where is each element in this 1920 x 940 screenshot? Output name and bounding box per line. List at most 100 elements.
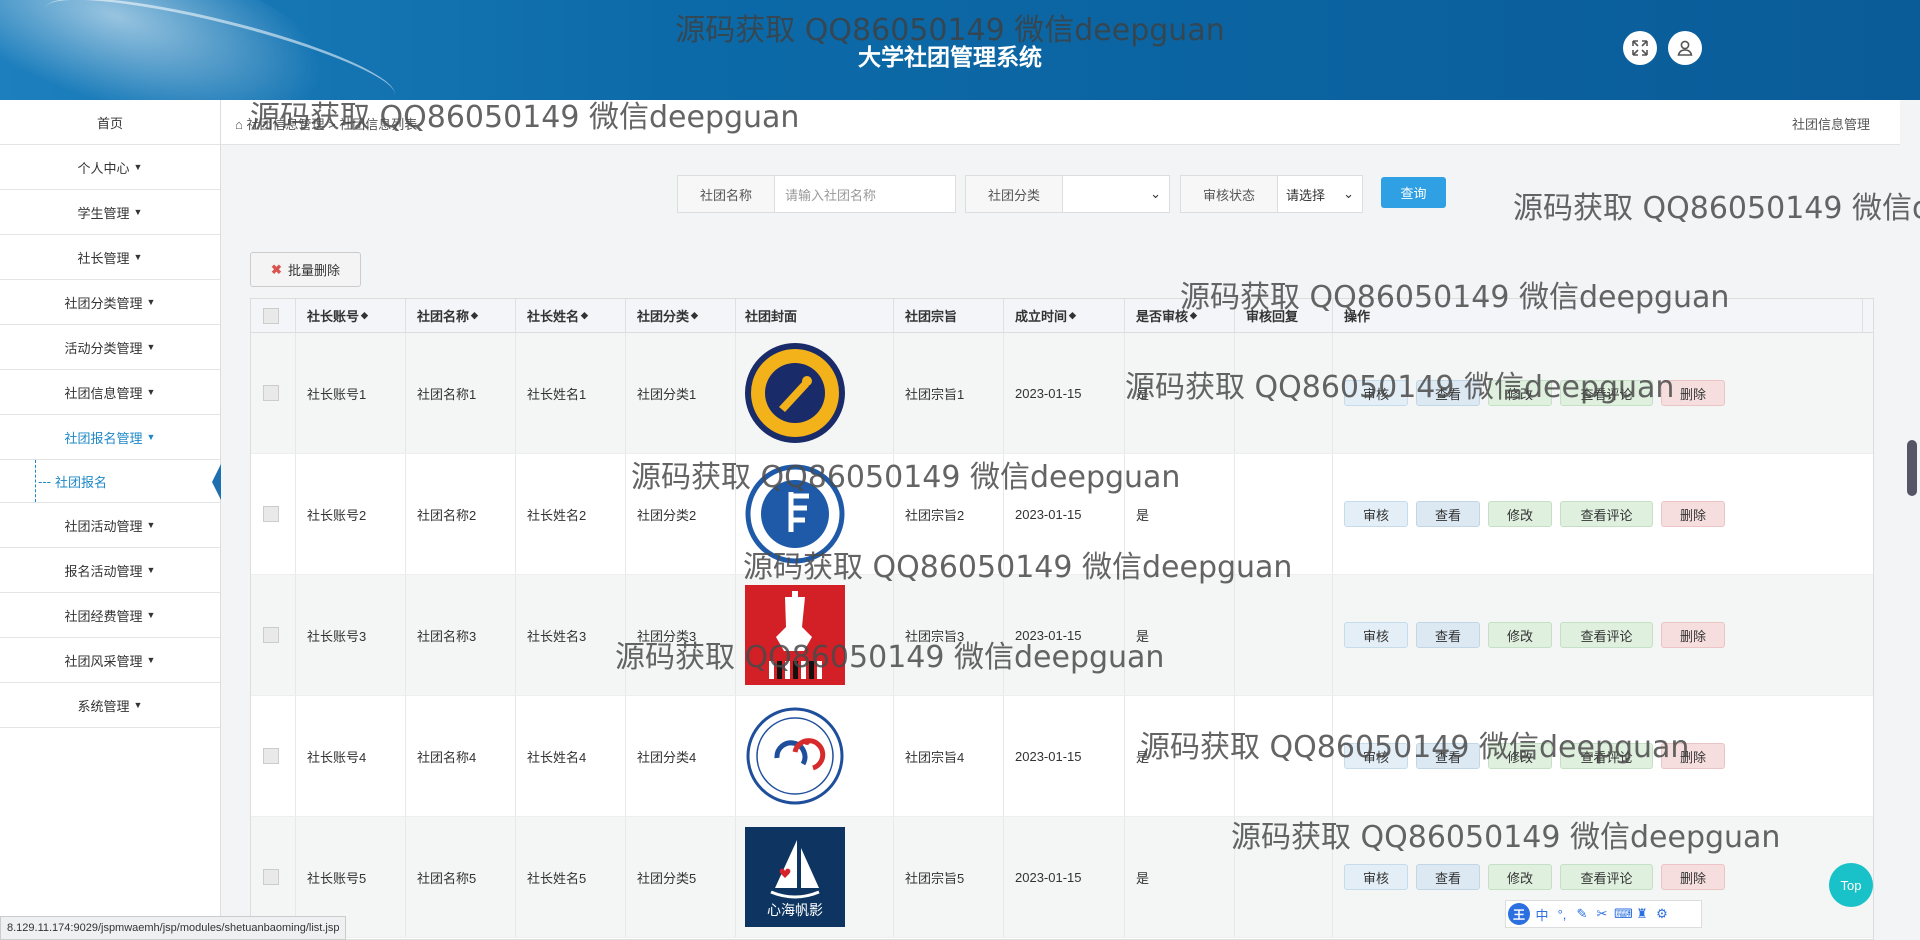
row-checkbox[interactable] [251, 454, 296, 574]
edit-button[interactable]: 修改 [1488, 864, 1552, 890]
sidebar-item-label: 社团报名 [55, 474, 108, 490]
side-scroll-handle[interactable] [1907, 440, 1917, 496]
sidebar-item-label: 个人中心 [77, 160, 130, 176]
cell-date: 2023-01-15 [1004, 454, 1125, 574]
delete-button[interactable]: 删除 [1661, 864, 1725, 890]
cell-reply [1235, 454, 1333, 574]
caret-down-icon: ▼ [146, 297, 156, 307]
cycling-club-logo[interactable] [745, 706, 845, 806]
sidebar-item-label: 社团活动管理 [64, 518, 143, 534]
view-comments-button[interactable]: 查看评论 [1560, 743, 1653, 769]
sidebar-item-club-info[interactable]: 社团信息管理 ▼ [0, 370, 220, 415]
delete-button[interactable]: 删除 [1661, 743, 1725, 769]
sidebar-item-club-activities[interactable]: 社团活动管理 ▼ [0, 503, 220, 548]
sidebar-item-students[interactable]: 学生管理 ▼ [0, 190, 220, 235]
query-button[interactable]: 查询 [1381, 177, 1446, 208]
view-comments-button[interactable]: 查看评论 [1560, 380, 1653, 406]
audit-button[interactable]: 审核 [1344, 622, 1408, 648]
cell-purpose: 社团宗旨3 [894, 575, 1004, 695]
cell-account: 社长账号4 [296, 696, 406, 816]
caret-down-icon: ▼ [146, 565, 156, 575]
guitar-music-club-logo[interactable] [745, 585, 845, 685]
audit-button[interactable]: 审核 [1344, 380, 1408, 406]
club-name-input[interactable]: 请输入社团名称 [775, 175, 956, 213]
edit-button[interactable]: 修改 [1488, 743, 1552, 769]
view-button[interactable]: 查看 [1416, 864, 1480, 890]
audit-button[interactable]: 审核 [1344, 743, 1408, 769]
delete-button[interactable]: 删除 [1661, 622, 1725, 648]
cell-club-name: 社团名称5 [406, 817, 516, 937]
batch-delete-button[interactable]: ✖ 批量删除 [250, 252, 361, 287]
view-button[interactable]: 查看 [1416, 622, 1480, 648]
delete-button[interactable]: 删除 [1661, 501, 1725, 527]
view-button[interactable]: 查看 [1416, 380, 1480, 406]
home-icon[interactable]: ⌂ [235, 117, 243, 132]
sidebar-item-label: 学生管理 [77, 205, 130, 221]
data-table: 社长账号 ◆ 社团名称 ◆ 社长姓名 ◆ 社团分类 ◆ 社团封面 社团宗旨 成立时间 ◆ … [250, 298, 1874, 940]
keyboard-icon[interactable]: ⌨ [1614, 906, 1633, 922]
page-title: 社团信息管理 [1791, 117, 1870, 132]
audit-button[interactable]: 审核 [1344, 501, 1408, 527]
astronomy-society-logo[interactable] [745, 343, 845, 443]
column-header-category[interactable]: 社团分类 ◆ [626, 299, 736, 332]
cell-account: 社长账号3 [296, 575, 406, 695]
sailing-club-logo[interactable]: 心海帆影 [745, 827, 845, 927]
sidebar-item-label: 社团经费管理 [64, 608, 143, 624]
table-row: 社长账号3 社团名称3 社长姓名3 社团分类3 社团宗旨3 2023-01-15… [251, 575, 1873, 696]
club-name-label: 社团名称 [677, 175, 775, 213]
sort-icon: ◆ [361, 310, 368, 320]
sidebar-item-club-showcase[interactable]: 社团风采管理 ▼ [0, 638, 220, 683]
scissors-icon[interactable]: ✂ [1594, 906, 1610, 922]
club-category-select[interactable]: ⌄ [1063, 175, 1170, 213]
pen-icon[interactable]: ✎ [1574, 906, 1590, 922]
edit-button[interactable]: 修改 [1488, 380, 1552, 406]
column-header-date[interactable]: 成立时间 ◆ [1004, 299, 1125, 332]
punctuation-icon[interactable]: °, [1554, 907, 1570, 922]
caret-down-icon: ▼ [146, 610, 156, 620]
sidebar-item-label: 社团风采管理 [64, 653, 143, 669]
audit-status-select[interactable]: 请选择 ⌄ [1278, 175, 1363, 213]
delete-button[interactable]: 删除 [1661, 380, 1725, 406]
sidebar-subitem-club-signup[interactable]: --- 社团报名 [0, 460, 221, 503]
cell-actions: 审核 查看 修改 查看评论 删除 [1333, 575, 1863, 695]
row-checkbox[interactable] [251, 575, 296, 695]
gear-icon[interactable]: ⚙ [1654, 906, 1670, 922]
ime-mode-toggle[interactable]: 中 [1534, 905, 1550, 924]
column-header-club-name[interactable]: 社团名称 ◆ [406, 299, 516, 332]
sidebar-item-club-signup[interactable]: 社团报名管理 ▼ [0, 415, 220, 460]
edit-button[interactable]: 修改 [1488, 622, 1552, 648]
view-comments-button[interactable]: 查看评论 [1560, 622, 1653, 648]
sidebar-item-club-funds[interactable]: 社团经费管理 ▼ [0, 593, 220, 638]
view-comments-button[interactable]: 查看评论 [1560, 501, 1653, 527]
back-to-top-button[interactable]: Top [1829, 863, 1873, 907]
sidebar-item-activity-signup[interactable]: 报名活动管理 ▼ [0, 548, 220, 593]
fullscreen-button[interactable] [1623, 31, 1657, 65]
music-note-club-logo[interactable] [745, 464, 845, 564]
cell-audited: 是 [1125, 454, 1235, 574]
column-header-leader-name[interactable]: 社长姓名 ◆ [516, 299, 626, 332]
view-button[interactable]: 查看 [1416, 501, 1480, 527]
sidebar-item-leaders[interactable]: 社长管理 ▼ [0, 235, 220, 280]
view-button[interactable]: 查看 [1416, 743, 1480, 769]
column-header-audited[interactable]: 是否审核 ◆ [1125, 299, 1235, 332]
sidebar-item-label: 社团信息管理 [64, 385, 143, 401]
row-checkbox[interactable] [251, 696, 296, 816]
shirt-icon[interactable]: ♜ [1634, 906, 1650, 922]
column-header-account[interactable]: 社长账号 ◆ [296, 299, 406, 332]
audit-button[interactable]: 审核 [1344, 864, 1408, 890]
ime-logo-icon[interactable]: 王 [1508, 903, 1530, 925]
sidebar-item-club-categories[interactable]: 社团分类管理 ▼ [0, 280, 220, 325]
edit-button[interactable]: 修改 [1488, 501, 1552, 527]
sidebar-item-personal-center[interactable]: 个人中心 ▼ [0, 145, 220, 190]
chevron-down-icon: ⌄ [1150, 186, 1161, 201]
user-button[interactable] [1668, 31, 1702, 65]
cell-cover: 心海帆影 [736, 817, 894, 937]
sidebar-item-activity-categories[interactable]: 活动分类管理 ▼ [0, 325, 220, 370]
select-all-checkbox[interactable] [251, 299, 296, 332]
row-checkbox[interactable] [251, 333, 296, 453]
view-comments-button[interactable]: 查看评论 [1560, 864, 1653, 890]
sidebar: 首页 个人中心 ▼ 学生管理 ▼ 社长管理 ▼ 社团分类管理 ▼ 活动分类管理 ▼ 社团信… [0, 100, 221, 938]
audit-status-label: 审核状态 [1180, 175, 1278, 213]
sidebar-item-system[interactable]: 系统管理 ▼ [0, 683, 220, 728]
sidebar-item-home[interactable]: 首页 [0, 100, 220, 145]
